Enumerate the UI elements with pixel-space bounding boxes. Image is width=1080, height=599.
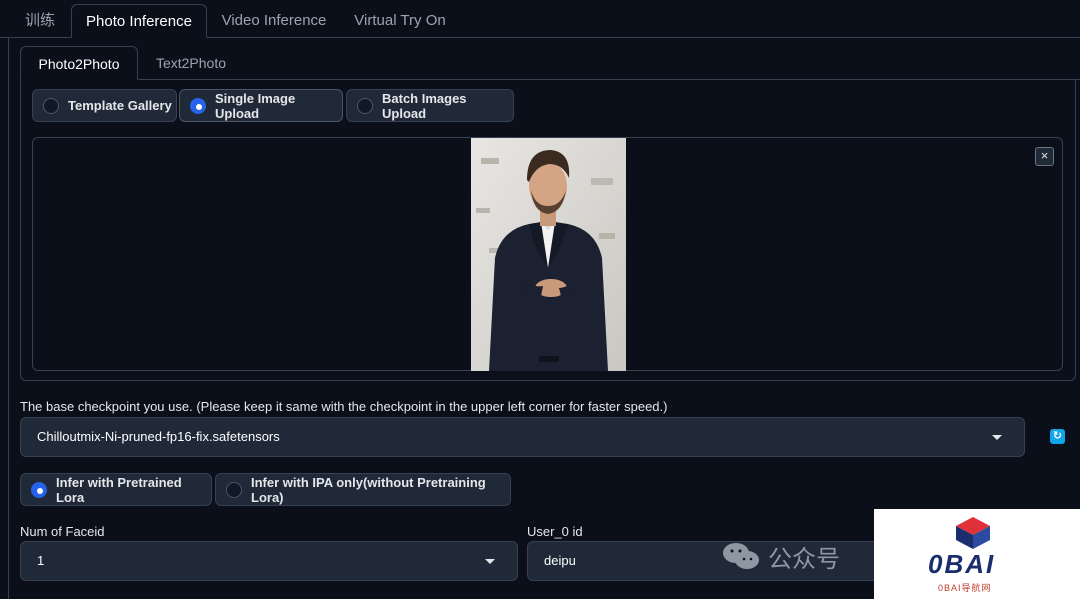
radio-label: Template Gallery: [68, 98, 172, 113]
radio-circle: [43, 97, 59, 114]
tab-text2photo[interactable]: Text2Photo: [144, 46, 238, 80]
tab-training[interactable]: 训练: [16, 4, 64, 38]
refresh-icon[interactable]: ↻: [1050, 429, 1065, 444]
checkpoint-label: The base checkpoint you use. (Please kee…: [20, 399, 668, 414]
radio-label: Single Image Upload: [215, 90, 296, 121]
tab-photo2photo[interactable]: Photo2Photo: [20, 46, 138, 80]
site-logo: 0BAI 0BAI导航网: [874, 509, 1080, 599]
logo-subtext: 0BAI导航网: [938, 583, 992, 593]
watermark: 公众号: [722, 541, 840, 573]
radio-label: Infer with IPA only(without Pretraining …: [251, 474, 486, 505]
radio-label: Infer with Pretrained Lora: [56, 474, 182, 505]
radio-template-gallery[interactable]: Template Gallery: [32, 89, 177, 122]
checkpoint-value: Chilloutmix-Ni-pruned-fp16-fix.safetenso…: [37, 429, 280, 444]
chevron-down-icon: [485, 559, 495, 564]
tab-photo-inference[interactable]: Photo Inference: [71, 4, 207, 38]
portrait-image: [471, 138, 626, 371]
tab-video-inference[interactable]: Video Inference: [214, 4, 334, 38]
radio-batch-images-upload[interactable]: Batch Images Upload: [346, 89, 514, 122]
user-id-value: deipu: [544, 553, 576, 568]
close-icon[interactable]: ×: [1035, 147, 1054, 166]
radio-infer-pretrained-lora[interactable]: Infer with Pretrained Lora: [20, 473, 212, 506]
checkpoint-dropdown[interactable]: Chilloutmix-Ni-pruned-fp16-fix.safetenso…: [20, 417, 1025, 457]
radio-circle-selected: [190, 97, 206, 114]
radio-circle-selected: [31, 481, 47, 498]
uploaded-photo: [471, 138, 626, 371]
cube-icon: [956, 517, 990, 549]
chevron-down-icon: [992, 435, 1002, 440]
num-faceid-dropdown[interactable]: 1: [20, 541, 518, 581]
radio-circle: [226, 481, 242, 498]
num-faceid-value: 1: [37, 553, 45, 568]
image-upload-area[interactable]: ×: [32, 137, 1063, 371]
radio-single-image-upload[interactable]: Single Image Upload: [179, 89, 343, 122]
watermark-text: 公众号: [768, 545, 840, 573]
tab-virtual-try-on[interactable]: Virtual Try On: [344, 4, 456, 38]
radio-label: Batch Images Upload: [382, 90, 467, 121]
logo-text: 0BAI: [928, 549, 996, 579]
wechat-icon: [723, 543, 759, 569]
radio-circle: [357, 97, 373, 114]
top-tab-bar: 训练 Photo Inference Video Inference Virtu…: [0, 0, 1080, 38]
num-faceid-label: Num of Faceid: [20, 524, 105, 539]
user-id-label: User_0 id: [527, 524, 583, 539]
radio-infer-ipa-only[interactable]: Infer with IPA only(without Pretraining …: [215, 473, 511, 506]
